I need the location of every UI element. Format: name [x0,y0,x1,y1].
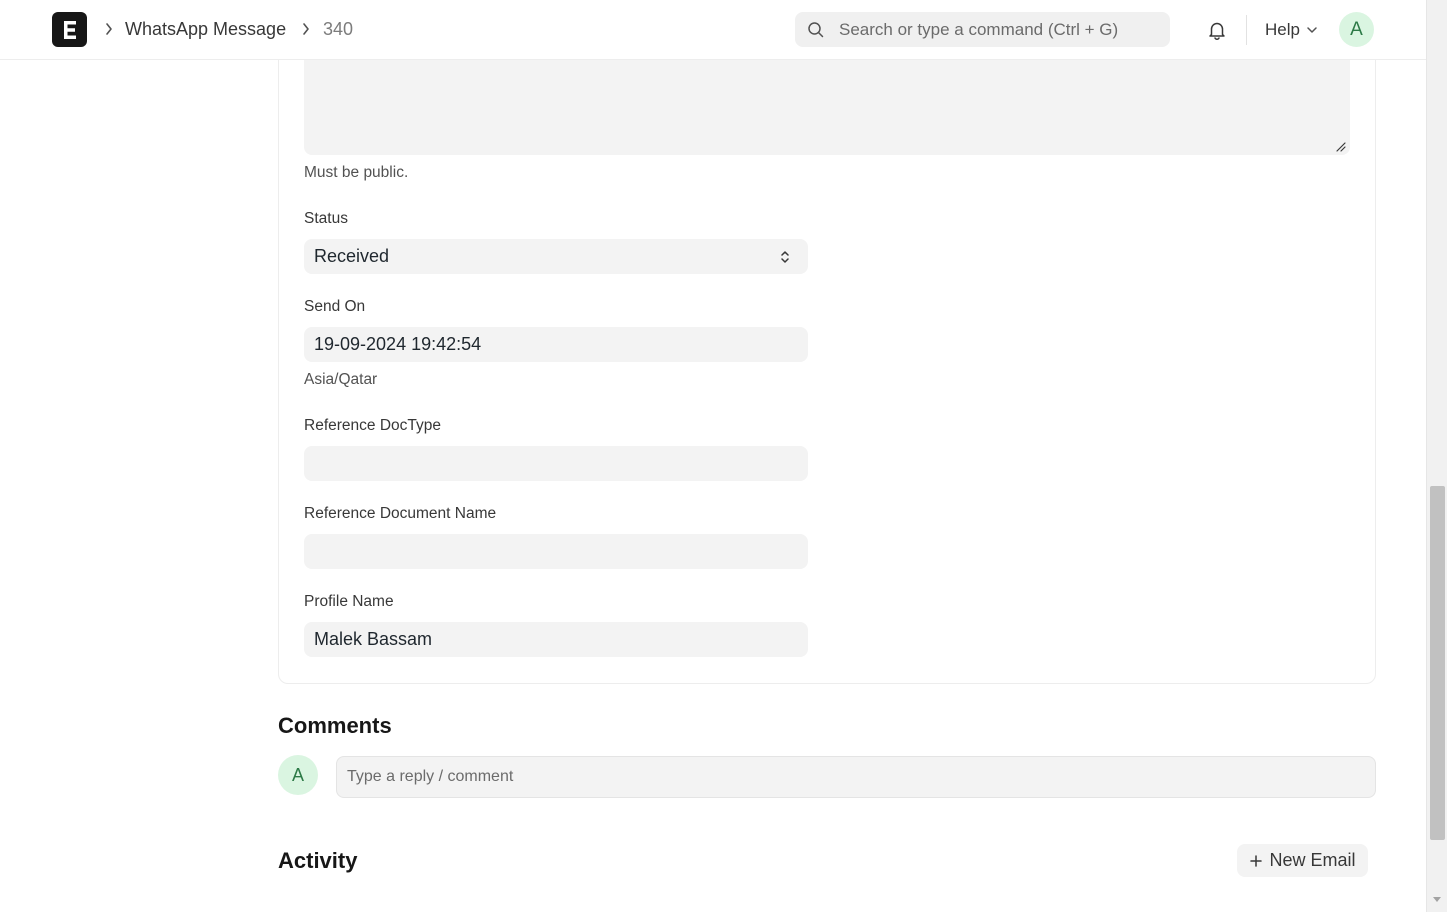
breadcrumb-doctype[interactable]: WhatsApp Message [125,18,286,40]
search-icon [808,22,824,38]
app-logo-icon [63,20,76,39]
new-email-label: New Email [1269,850,1356,870]
field-hint: Must be public. [304,164,409,181]
status-label: Status [304,210,348,227]
search-bar[interactable] [795,12,1170,47]
plus-icon [1250,854,1263,867]
top-navbar: WhatsApp Message 340 Help A [0,0,1426,60]
timezone-hint: Asia/Qatar [304,371,378,388]
chevron-right-icon [106,23,112,35]
navbar-divider [1246,15,1247,45]
select-arrows-icon [781,251,789,263]
send-on-input[interactable]: 19-09-2024 19:42:54 [304,327,808,362]
chevron-right-icon [303,23,309,35]
search-input[interactable] [839,12,1159,47]
scroll-down-arrow-icon[interactable] [1433,897,1441,902]
scrollbar-thumb[interactable] [1430,486,1445,840]
status-select[interactable]: Received [304,239,808,274]
text-area-field[interactable] [304,59,1350,155]
comment-input[interactable] [347,757,1367,797]
help-label: Help [1265,20,1300,39]
chevron-down-icon [1307,27,1317,33]
profile-name-value: Malek Bassam [314,629,433,649]
send-on-value: 19-09-2024 19:42:54 [314,334,482,354]
new-email-button[interactable]: New Email [1237,844,1368,877]
help-dropdown[interactable]: Help [1265,20,1318,40]
status-value: Received [314,246,390,266]
activity-heading: Activity [278,848,358,873]
comment-avatar: A [278,755,318,795]
comment-box[interactable] [336,756,1376,798]
page-scrollbar[interactable] [1426,0,1447,912]
send-on-label: Send On [304,298,366,315]
reference-document-name-label: Reference Document Name [304,505,497,522]
reference-document-name-input[interactable] [304,534,808,569]
reference-doctype-label: Reference DocType [304,417,441,434]
profile-name-label: Profile Name [304,593,394,610]
notification-bell-icon[interactable] [1206,19,1228,41]
reference-doctype-input[interactable] [304,446,808,481]
profile-name-input[interactable]: Malek Bassam [304,622,808,657]
app-logo[interactable] [52,12,87,47]
breadcrumb-docname[interactable]: 340 [323,18,353,40]
user-avatar[interactable]: A [1339,12,1374,47]
comments-heading: Comments [278,713,392,738]
resize-handle-icon[interactable] [1336,142,1346,152]
